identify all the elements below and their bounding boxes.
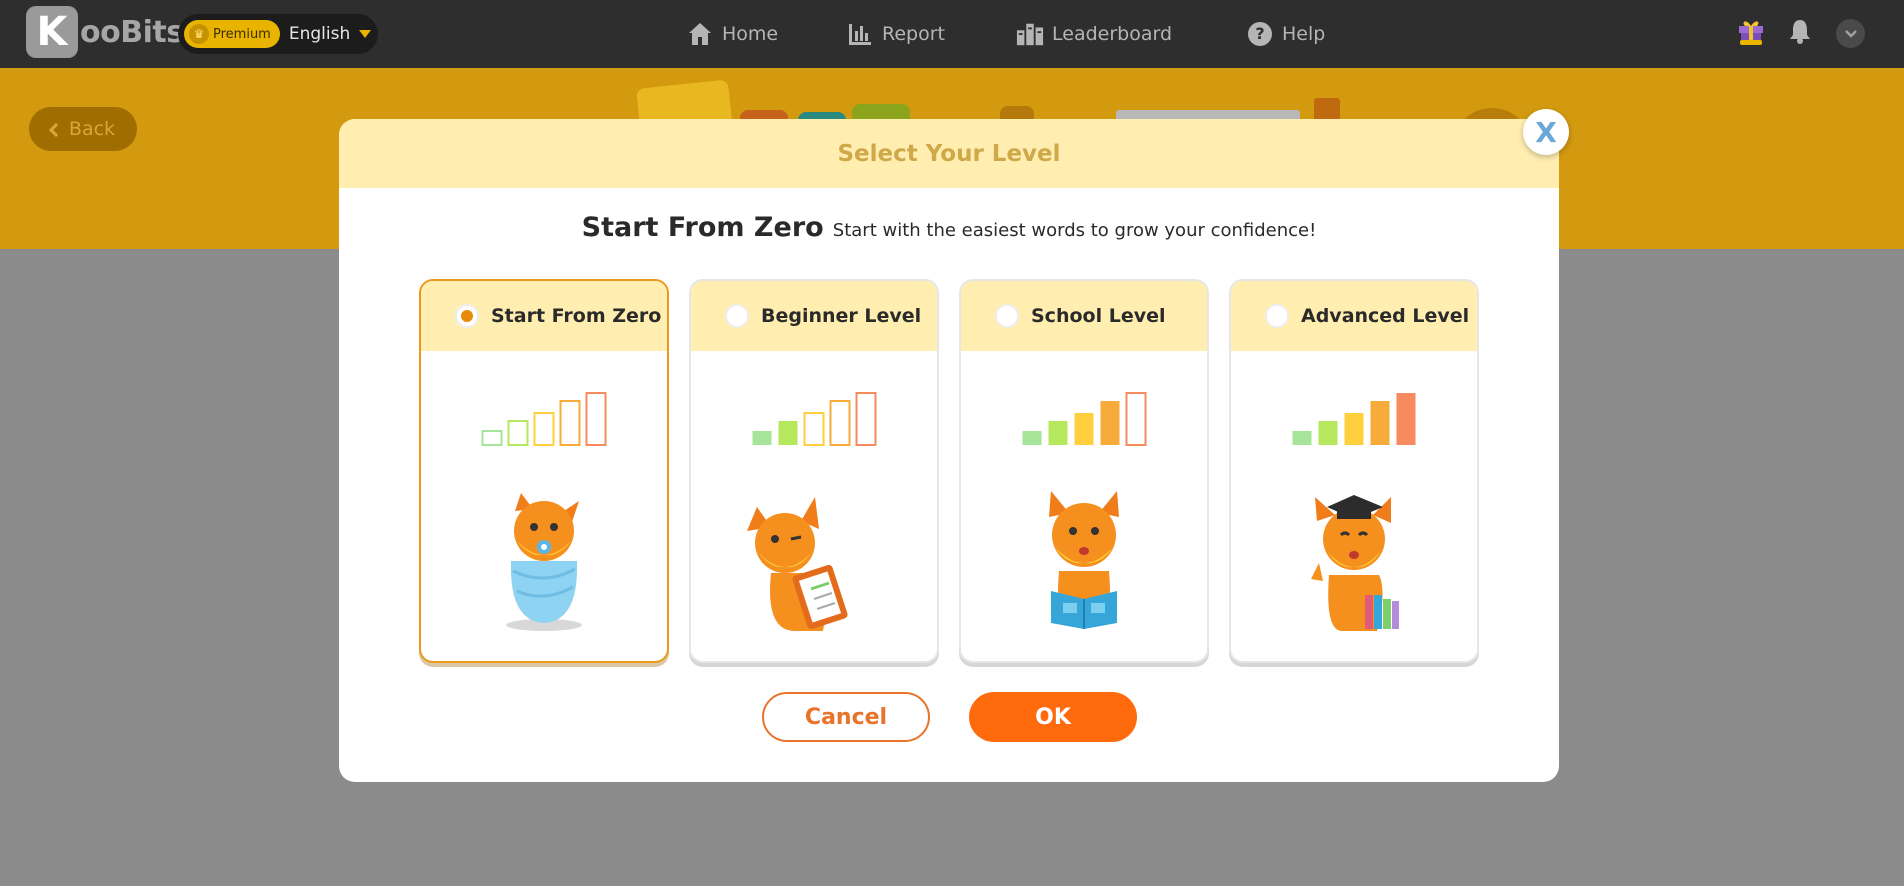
radio-button[interactable] [1265,304,1289,328]
level-card-label: Start From Zero [491,305,662,327]
bell-icon[interactable] [1786,17,1814,45]
account-dropdown-icon[interactable] [1836,19,1865,48]
radio-button[interactable] [995,304,1019,328]
level-card-start-from-zero[interactable]: Start From Zero [419,279,669,663]
selected-level-summary: Start From Zero Start with the easiest w… [339,212,1559,243]
level-bars-icon [752,392,877,446]
level-card-label: Beginner Level [761,305,922,327]
crown-icon: ♛ [189,24,209,44]
level-bar [1396,393,1416,445]
level-bars-icon [1292,393,1416,445]
language-selector[interactable]: ♛ Premium English [178,14,378,54]
baby-fox-icon [506,493,582,631]
home-icon [686,20,714,48]
premium-badge: ♛ Premium [184,20,280,48]
koobits-logo[interactable]: K ooBits [26,6,184,58]
close-icon[interactable]: X [1523,109,1569,155]
gift-icon[interactable] [1736,16,1766,46]
premium-label: Premium [213,26,271,42]
caret-down-icon [359,30,372,38]
level-card-label: School Level [1031,305,1166,327]
ok-button[interactable]: OK [969,692,1137,742]
level-card-header: Advanced Level [1231,281,1477,351]
nav-leaderboard-label: Leaderboard [1052,23,1173,45]
radio-button[interactable] [455,304,479,328]
nav-report[interactable]: Report [846,18,945,50]
level-bar [1022,431,1042,445]
level-bars-icon [481,392,607,446]
level-bar [507,420,529,446]
report-icon [846,20,874,48]
level-card-label: Advanced Level [1301,305,1470,327]
level-bar [752,431,772,445]
language-label: English [288,24,351,44]
nav-help[interactable]: ? Help [1246,18,1325,50]
back-label: Back [68,118,116,140]
logo-text: ooBits [80,14,184,50]
cancel-button[interactable]: Cancel [762,692,930,742]
nav-help-label: Help [1282,23,1326,45]
level-bar [778,421,798,445]
fox-reading-icon [1049,491,1119,629]
level-card-advanced[interactable]: Advanced Level [1229,279,1479,663]
level-bar [829,400,851,446]
level-bar [585,392,607,446]
nav-home[interactable]: Home [686,18,778,50]
leaderboard-icon [1016,20,1044,48]
nav-report-label: Report [882,23,945,45]
top-navbar: K ooBits ♛ Premium English Home Report L… [0,0,1904,68]
fox-graduate-icon [1311,495,1399,631]
dialog-header: Select Your Level [339,119,1559,188]
select-level-dialog: Select Your Level Start From Zero Start … [339,119,1559,782]
level-bar [1100,401,1120,445]
back-button[interactable]: Back [29,107,137,151]
radio-selected-dot [461,310,473,322]
level-bar [1292,431,1312,445]
help-icon: ? [1246,20,1274,48]
level-card-school[interactable]: School Level [959,279,1209,663]
chevron-left-icon [48,122,63,137]
level-card-header: Beginner Level [691,281,937,351]
level-bar [855,392,877,446]
level-bar [1318,421,1338,445]
nav-home-label: Home [722,23,779,45]
level-bar [1344,413,1364,445]
level-bar [559,400,581,446]
level-card-header: School Level [961,281,1207,351]
radio-button[interactable] [725,304,749,328]
nav-leaderboard[interactable]: Leaderboard [1016,18,1172,50]
level-bar [533,412,555,446]
selected-level-name: Start From Zero [581,212,824,243]
level-bar [481,430,503,446]
selected-level-description: Start with the easiest words to grow you… [832,220,1317,241]
level-bar [1048,421,1068,445]
dialog-title: Select Your Level [837,140,1061,167]
level-card-beginner[interactable]: Beginner Level [689,279,939,663]
level-bar [1125,392,1147,446]
level-card-header: Start From Zero [421,281,667,351]
fox-clipboard-icon [747,497,848,631]
level-bar [1074,413,1094,445]
level-bars-icon [1022,392,1147,446]
level-bar [1370,401,1390,445]
logo-letter: K [26,6,78,58]
level-bar [803,412,825,446]
